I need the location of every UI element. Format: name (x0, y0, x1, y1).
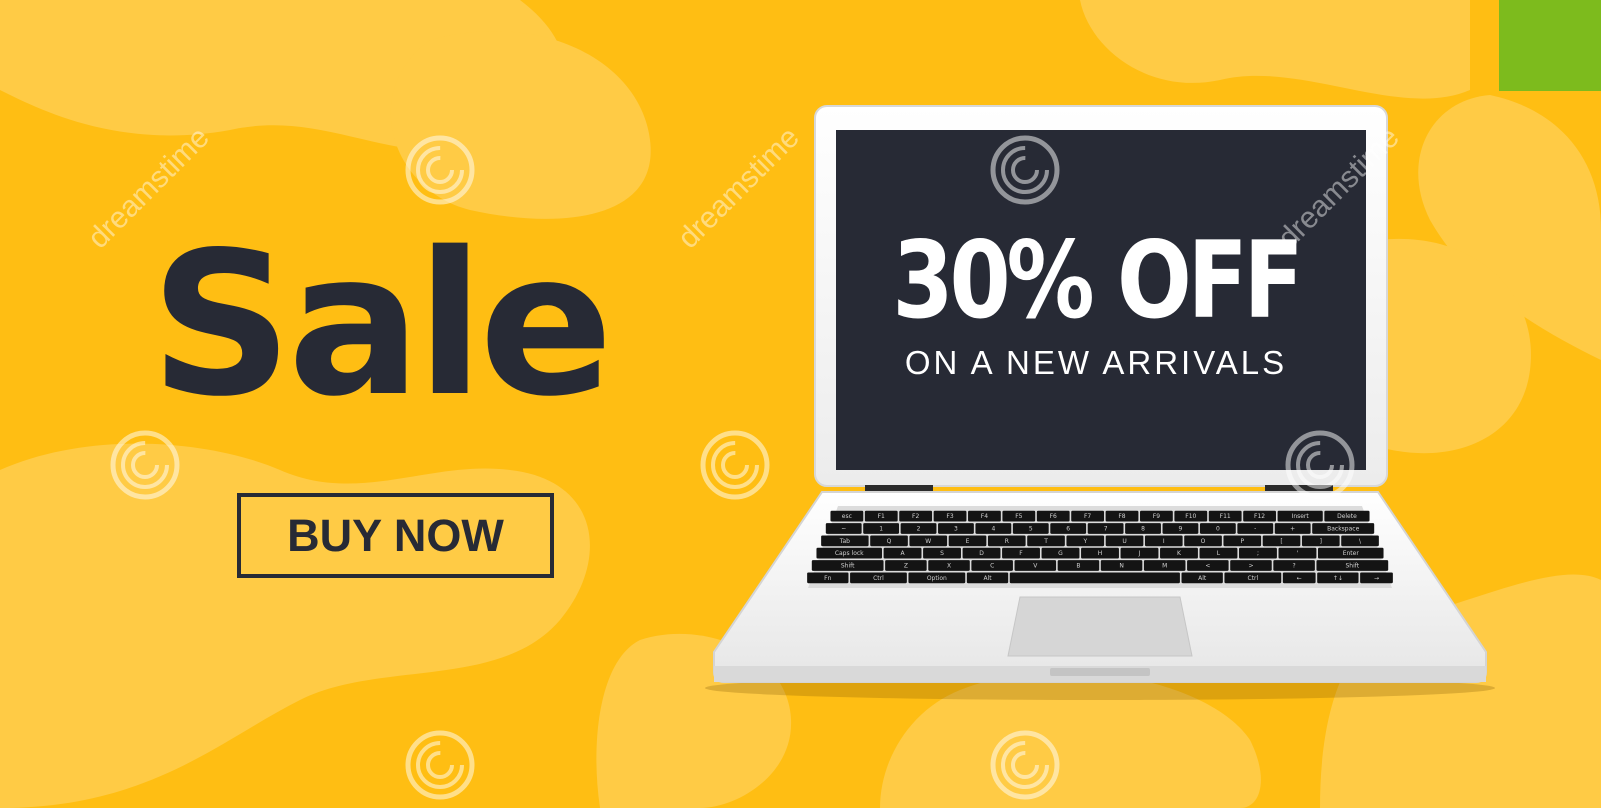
keyboard-key-label: 6 (1066, 525, 1070, 532)
bg-blob (390, 31, 651, 219)
keyboard-key-label: T (1043, 538, 1048, 545)
keyboard-key-label: D (979, 550, 984, 557)
keyboard-key-label: + (1290, 525, 1295, 532)
discount-text: 30% OFF (892, 219, 1303, 342)
keyboard-key-label: G (1058, 550, 1063, 557)
keyboard-key-label: H (1098, 550, 1103, 557)
keyboard-key-label: F1 (878, 513, 885, 520)
keyboard-key-label: > (1248, 562, 1253, 569)
keyboard-key-label: Enter (1343, 550, 1360, 557)
keyboard-key-label: Y (1082, 538, 1087, 545)
keyboard-key-label: < (1205, 562, 1210, 569)
sale-banner: Sale BUY NOW esc F1 F2 F3 F4 F5 F6 F7 F8 F9 F10 F11… (0, 0, 1601, 808)
keyboard-key-label: Fn (824, 575, 831, 582)
keyboard-key-label: ~ (841, 525, 846, 532)
keyboard-key-label: F5 (1015, 513, 1022, 520)
keyboard-key-label: esc (842, 513, 852, 520)
keyboard-key-label: Caps lock (835, 550, 864, 557)
keyboard-key-label: 9 (1179, 525, 1183, 532)
keyboard-key-label: 8 (1141, 525, 1145, 532)
keyboard-key-label: Q (887, 538, 892, 545)
keyboard-key-label: F10 (1185, 513, 1196, 520)
keyboard-key-label: 3 (954, 525, 958, 532)
keyboard-key-label: Insert (1292, 513, 1310, 520)
keyboard-key-label: M (1162, 562, 1167, 569)
keyboard-key-label: P (1240, 538, 1244, 545)
keyboard-key-label: Backspace (1327, 525, 1359, 532)
keyboard-key-label: Alt (1198, 575, 1207, 582)
keyboard-key-label: 7 (1104, 525, 1108, 532)
keyboard-key-label: F2 (912, 513, 919, 520)
keyboard-key-label: Ctrl (1248, 575, 1259, 582)
keyboard-key-label: 1 (879, 525, 883, 532)
screen-subtitle: ON A NEW ARRIVALS (904, 344, 1288, 381)
keyboard-key-label: X (947, 562, 951, 569)
keyboard-key-label: F8 (1118, 513, 1125, 520)
keyboard-key-label: O (1201, 538, 1206, 545)
keyboard-key-label: F (1019, 550, 1023, 557)
sale-heading: Sale (150, 209, 613, 440)
keyboard-key-label: Shift (1346, 562, 1360, 569)
keyboard-key-label: F7 (1084, 513, 1091, 520)
keyboard-key-label: I (1163, 538, 1165, 545)
keyboard-key-label: ] (1320, 538, 1322, 545)
keyboard-key-label: Alt (983, 575, 992, 582)
keyboard-key-label: Tab (839, 538, 850, 545)
laptop-notch (1050, 668, 1150, 676)
keyboard-key-label: 0 (1216, 525, 1220, 532)
keyboard-key-label: F11 (1220, 513, 1231, 520)
keyboard-key-label: Ctrl (873, 575, 884, 582)
keyboard-key-label: 2 (917, 525, 921, 532)
keyboard-key-label: ↑↓ (1333, 575, 1343, 582)
keyboard-key-label: ? (1293, 562, 1296, 569)
keyboard-key-label: S (940, 550, 944, 557)
bg-blob (1080, 0, 1470, 99)
keyboard-key-label: F3 (946, 513, 953, 520)
keyboard-key-label: ← (1297, 575, 1302, 582)
keyboard-key-label: F6 (1050, 513, 1057, 520)
keyboard-key-label: W (925, 538, 931, 545)
keyboard-key (1009, 572, 1180, 584)
keyboard-key-label: B (1076, 562, 1080, 569)
keyboard-key-label: R (1005, 538, 1009, 545)
keyboard-key-label: → (1374, 575, 1379, 582)
keyboard-key-label: Z (904, 562, 908, 569)
corner-accent-square (1499, 0, 1601, 91)
keyboard-key-label: Option (927, 575, 947, 582)
buy-now-button[interactable]: BUY NOW (237, 493, 554, 578)
keyboard-key-label: Delete (1337, 513, 1357, 520)
keyboard-key-label: [ (1280, 538, 1282, 545)
keyboard-key-label: F4 (981, 513, 988, 520)
keyboard-key-label: 4 (991, 525, 995, 532)
keyboard-key-label: ; (1257, 550, 1259, 557)
trackpad (1007, 596, 1193, 657)
laptop-illustration: esc F1 F2 F3 F4 F5 F6 F7 F8 F9 F10 F11 F12 Insert Dele… (705, 105, 1495, 700)
keyboard-key-label: N (1119, 562, 1124, 569)
keyboard-key-label: Shift (841, 562, 855, 569)
keyboard-key-label: E (966, 538, 970, 545)
keyboard-key-label: - (1254, 525, 1256, 532)
screen-text: 30% OFF ON A NEW ARRIVALS (836, 228, 1356, 382)
keyboard-key-label: J (1138, 550, 1141, 557)
keyboard-key-label: 5 (1029, 525, 1033, 532)
keyboard-key-label: U (1122, 538, 1126, 545)
keyboard-key-label: F9 (1153, 513, 1160, 520)
keyboard-key-label: F12 (1254, 513, 1265, 520)
keyboard-key-label: C (990, 562, 994, 569)
